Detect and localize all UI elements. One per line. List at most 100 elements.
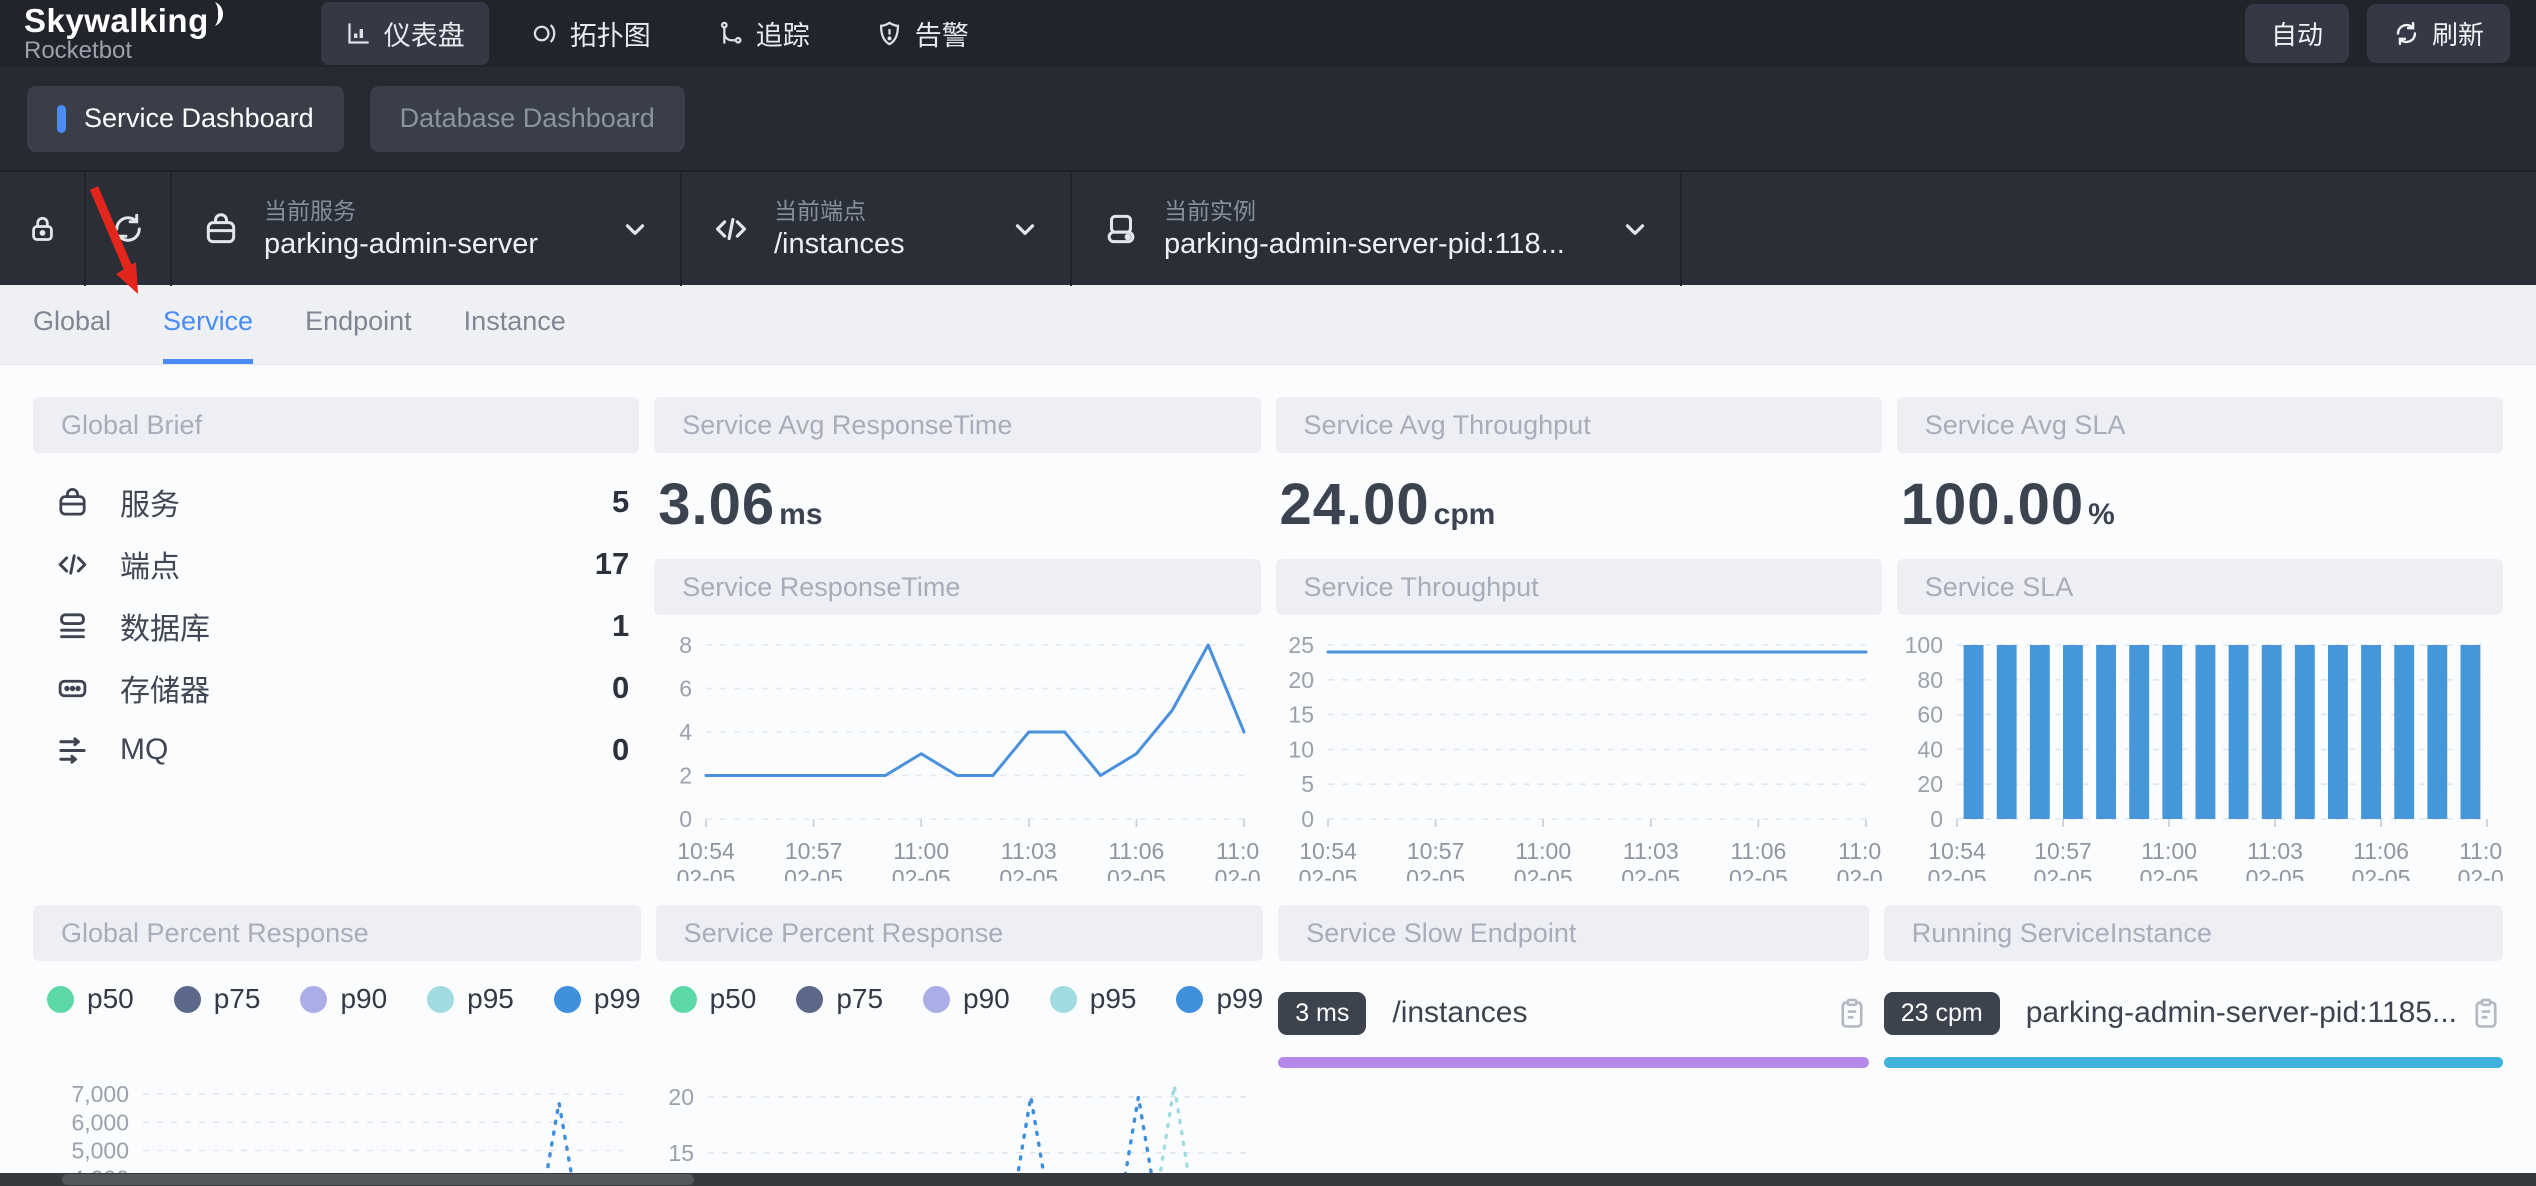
brief-label: 数据库 — [120, 604, 210, 648]
nav-item-topology[interactable]: 拓扑图 — [507, 2, 675, 65]
tab-endpoint[interactable]: Endpoint — [305, 306, 412, 364]
card-title: Global Percent Response — [61, 918, 369, 949]
active-tab-indicator — [57, 105, 66, 133]
current-service-selector[interactable]: 当前服务 parking-admin-server — [172, 171, 680, 286]
svg-text:11:0602-05: 11:0602-05 — [1728, 838, 1787, 881]
tab-global[interactable]: Global — [33, 306, 111, 364]
code-icon — [55, 547, 90, 582]
nav-item-alarm[interactable]: 告警 — [852, 2, 993, 65]
metric-unit: ms — [779, 498, 822, 532]
brief-label: MQ — [120, 733, 168, 767]
chevron-down-icon — [1620, 214, 1650, 244]
nav-item-trace[interactable]: 追踪 — [693, 2, 834, 65]
avg-throughput-value: 24.00 cpm — [1280, 471, 1882, 535]
svg-text:11:0002-05: 11:0002-05 — [892, 838, 951, 881]
auto-refresh-button[interactable]: 自动 — [2245, 4, 2349, 63]
selector-value: /instances — [774, 226, 984, 262]
legend-dot — [670, 986, 697, 1013]
svg-text:100: 100 — [1904, 632, 1942, 658]
svg-text:11:0602-05: 11:0602-05 — [1107, 838, 1166, 881]
endpoint-progress-bar — [1278, 1057, 1869, 1068]
brief-value: 17 — [595, 546, 629, 582]
legend-label: p90 — [340, 983, 387, 1015]
legend-item-p95: p95 — [1050, 983, 1137, 1015]
reload-button[interactable] — [86, 211, 170, 247]
global-brief-card: Global Brief 服务 5 端点 17 数据库 1 — [33, 397, 639, 881]
context-selector-bar: 当前服务 parking-admin-server 当前端点 /instance… — [0, 170, 2536, 285]
tab-label: Endpoint — [305, 306, 412, 336]
database-icon — [55, 609, 90, 644]
brief-row-endpoint: 端点 17 — [55, 533, 629, 595]
selector-label: 当前端点 — [774, 196, 984, 226]
tab-service-dashboard[interactable]: Service Dashboard — [27, 86, 344, 152]
tab-label: Database Dashboard — [400, 103, 655, 134]
dashboard-content: Global Brief 服务 5 端点 17 数据库 1 — [0, 365, 2536, 1186]
nav-item-dashboard[interactable]: 仪表盘 — [321, 2, 489, 65]
horizontal-scrollbar[interactable] — [0, 1173, 2536, 1186]
metric-value: 24.00 — [1280, 471, 1430, 538]
current-endpoint-selector[interactable]: 当前端点 /instances — [682, 171, 1070, 286]
running-instance-card: Running ServiceInstance 23 cpm parking-a… — [1884, 905, 2503, 1186]
alarm-icon — [876, 20, 903, 47]
percentile-legend: p50 p75 p90 p95 p99 — [670, 979, 1264, 1019]
scope-tabs: Global Service Endpoint Instance — [0, 285, 2536, 365]
selector-label: 当前服务 — [264, 196, 594, 226]
current-instance-selector[interactable]: 当前实例 parking-admin-server-pid:118... — [1072, 171, 1680, 286]
legend-item-p75: p75 — [796, 983, 883, 1015]
nav-label: 仪表盘 — [384, 14, 465, 53]
metrics-row-2: Global Percent Response p50 p75 p90 p95 … — [33, 905, 2503, 1186]
trace-icon — [717, 20, 744, 47]
legend-dot — [47, 986, 74, 1013]
tab-instance[interactable]: Instance — [464, 306, 566, 364]
legend-label: p95 — [467, 983, 514, 1015]
legend-dot — [427, 986, 454, 1013]
brief-label: 存储器 — [120, 666, 210, 710]
legend-dot — [796, 986, 823, 1013]
svg-text:0: 0 — [1301, 806, 1314, 832]
card-title: Running ServiceInstance — [1912, 918, 2212, 949]
lock-button[interactable] — [0, 212, 84, 245]
nav-label: 拓扑图 — [570, 14, 651, 53]
svg-text:15: 15 — [1288, 702, 1314, 728]
slow-endpoint-row: 3 ms /instances — [1278, 991, 1869, 1035]
refresh-label: 刷新 — [2432, 15, 2484, 52]
svg-text:10:5402-05: 10:5402-05 — [1927, 838, 1986, 881]
global-percent-response-chart: 01,0002,0003,0004,0005,0006,0007,00010:5… — [33, 1047, 639, 1186]
response-time-card: Service Avg ResponseTime 3.06 ms Service… — [654, 397, 1260, 881]
brief-value: 1 — [612, 608, 629, 644]
brief-label: 服务 — [120, 480, 180, 524]
percentile-legend: p50 p75 p90 p95 p99 — [47, 979, 641, 1019]
legend-label: p99 — [1216, 983, 1263, 1015]
svg-text:6: 6 — [679, 676, 692, 702]
sla-card: Service Avg SLA 100.00 % Service SLA 020… — [1897, 397, 2503, 881]
tab-service[interactable]: Service — [163, 306, 253, 364]
avg-response-value: 3.06 ms — [658, 471, 1260, 535]
legend-item-p50: p50 — [47, 983, 134, 1015]
refresh-button[interactable]: 刷新 — [2367, 4, 2510, 63]
scrollbar-thumb[interactable] — [62, 1174, 694, 1185]
card-header: Global Brief — [33, 397, 639, 453]
metric-value: 3.06 — [658, 471, 775, 538]
service-sla-chart: 02040608010010:5402-0510:5702-0511:0002-… — [1897, 629, 2503, 881]
copy-button[interactable] — [2469, 996, 2503, 1030]
card-title: Service SLA — [1925, 572, 2074, 603]
legend-item-p90: p90 — [923, 983, 1010, 1015]
card-header: Global Percent Response — [33, 905, 641, 961]
legend-dot — [923, 986, 950, 1013]
logo-text: Skywalking — [24, 4, 209, 38]
tab-label: Global — [33, 306, 111, 336]
svg-text:11:0902-05: 11:0902-05 — [1215, 838, 1260, 881]
topology-icon — [531, 20, 558, 47]
service-box-icon — [55, 485, 90, 520]
code-icon — [712, 210, 750, 248]
svg-text:11:0302-05: 11:0302-05 — [1000, 838, 1059, 881]
svg-text:11:0002-05: 11:0002-05 — [1513, 838, 1572, 881]
copy-button[interactable] — [1835, 996, 1869, 1030]
legend-item-p50: p50 — [670, 983, 757, 1015]
tab-database-dashboard[interactable]: Database Dashboard — [370, 86, 685, 152]
card-header: Service Avg Throughput — [1276, 397, 1882, 453]
tab-label: Instance — [464, 306, 566, 336]
metric-value: 100.00 — [1901, 471, 2084, 538]
legend-dot — [174, 986, 201, 1013]
legend-dot — [1050, 986, 1077, 1013]
